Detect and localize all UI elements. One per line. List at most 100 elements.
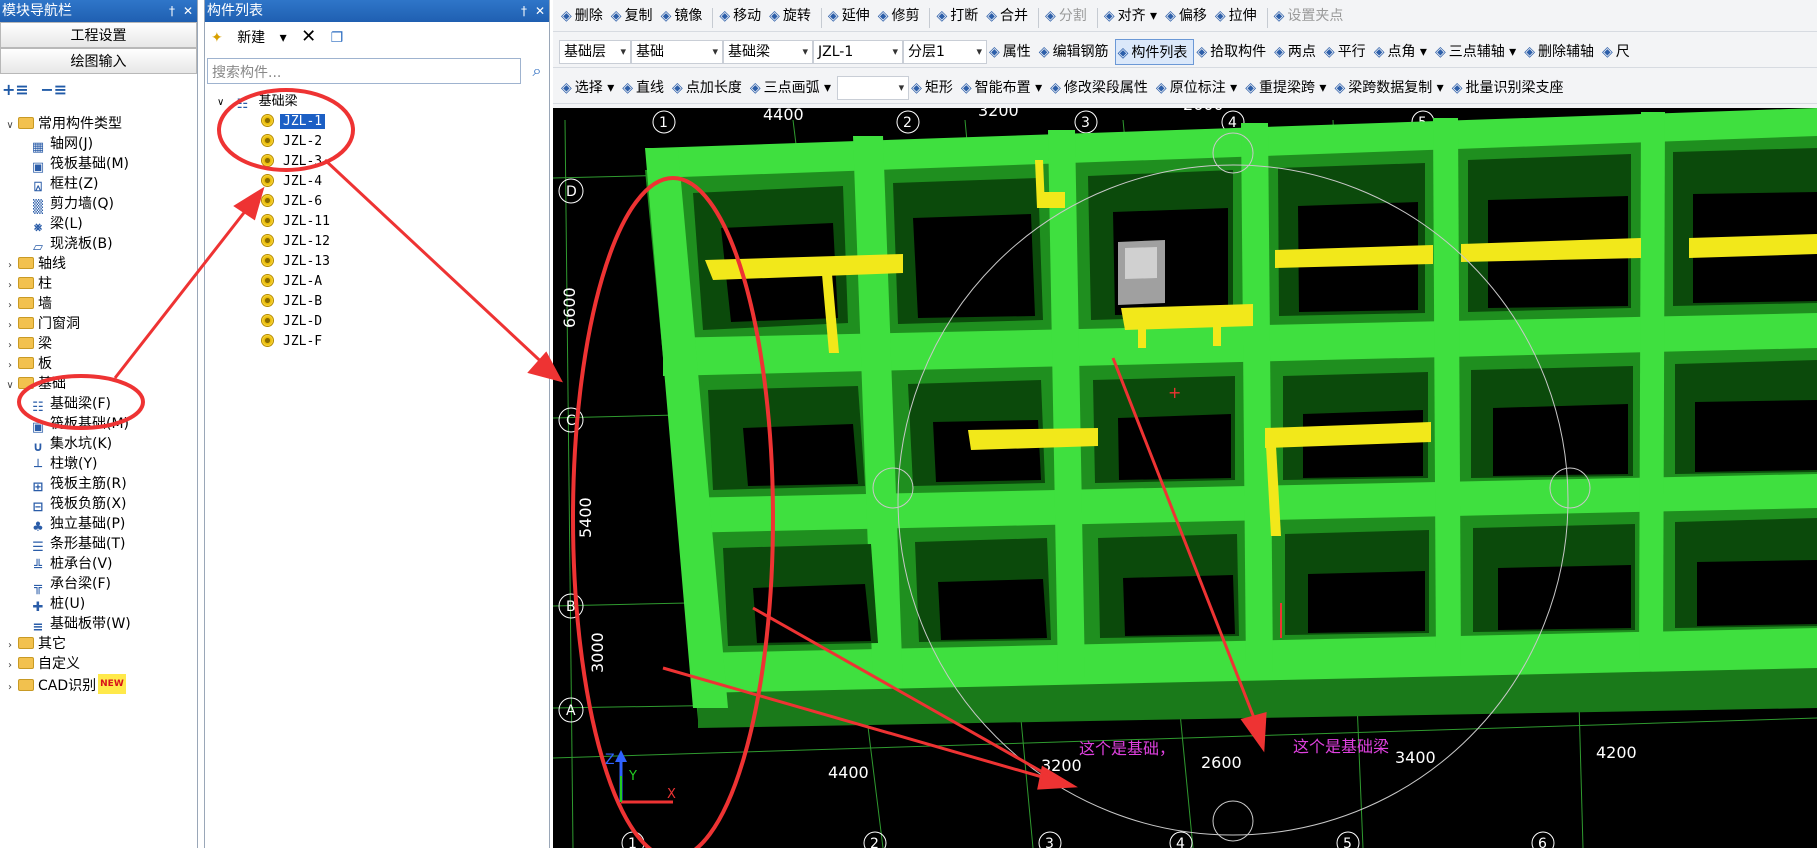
arc-mode-combo[interactable] — [837, 76, 910, 100]
nav-tree-item[interactable]: ♣ 独立基础(P) — [0, 514, 198, 535]
expand-arrow-icon[interactable]: › — [4, 636, 16, 656]
pick-button[interactable]: ◈ 拾取构件 — [1194, 39, 1272, 65]
collapse-arrow-icon[interactable]: ∨ — [217, 97, 224, 108]
component-list-item[interactable]: JZL-1 — [205, 112, 551, 132]
nav-tree-item[interactable]: ☷ 基础梁(F) — [0, 394, 198, 415]
reextract-span-button[interactable]: ◈ 重提梁跨 ▾ — [1243, 75, 1332, 101]
nav-tree-item[interactable]: ▒ 剪力墙(Q) — [0, 194, 198, 215]
line-button[interactable]: ◈ 直线 — [620, 75, 670, 101]
delete-button[interactable]: ◈ 删除 — [559, 3, 609, 29]
two-point-button[interactable]: ◈ 两点 — [1272, 39, 1322, 65]
project-settings-button[interactable]: 工程设置 — [0, 22, 197, 48]
batch-support-button[interactable]: ◈ 批量识别梁支座 — [1450, 75, 1570, 101]
component-list-item[interactable]: JZL-A — [205, 272, 551, 292]
new-component-button[interactable]: ✦ 新建 ▾ — [211, 30, 287, 46]
split-button[interactable]: ◈ 分割 — [1043, 3, 1093, 29]
grip-button[interactable]: ◈ 设置夹点 — [1272, 3, 1350, 29]
trim-button[interactable]: ◈ 修剪 — [876, 3, 926, 29]
component-list-item[interactable]: JZL-6 — [205, 192, 551, 212]
stretch-button[interactable]: ◈ 拉伸 — [1213, 3, 1263, 29]
arc-button[interactable]: ◈ 三点画弧 ▾ — [748, 75, 837, 101]
expand-arrow-icon[interactable]: › — [4, 316, 16, 336]
nav-tree-folder[interactable]: ∨ 常用构件类型 — [0, 114, 198, 134]
nav-tree-folder[interactable]: › 墙 — [0, 294, 198, 314]
modify-beam-button[interactable]: ◈ 修改梁段属性 — [1048, 75, 1154, 101]
property-button[interactable]: ◈ 属性 — [987, 39, 1037, 65]
offset-button[interactable]: ◈ 偏移 — [1163, 3, 1213, 29]
nav-tree-folder[interactable]: › CAD识别 NEW — [0, 674, 198, 694]
copy-component-icon[interactable]: ❐ — [331, 30, 344, 46]
nav-tree-folder[interactable]: › 板 — [0, 354, 198, 374]
component-list-item[interactable]: JZL-F — [205, 332, 551, 352]
merge-button[interactable]: ◈ 合并 — [984, 3, 1034, 29]
expand-all-icon[interactable]: +≡ — [2, 80, 29, 99]
nav-tree-item[interactable]: ≡ 基础板带(W) — [0, 614, 198, 635]
component-list-item[interactable]: JZL-13 — [205, 252, 551, 272]
expand-arrow-icon[interactable]: › — [4, 296, 16, 316]
component-list-item[interactable]: JZL-3 — [205, 152, 551, 172]
nav-tree-item[interactable]: ⊞ 筏板主筋(R) — [0, 474, 198, 495]
delete-axis-button[interactable]: ◈ 删除辅轴 — [1522, 39, 1600, 65]
3d-view[interactable]: 4400 3200 2600 1 2 3 4 5 D C B A 6600 54… — [553, 108, 1817, 848]
nav-tree-folder[interactable]: › 轴线 — [0, 254, 198, 274]
align-button[interactable]: ◈ 对齐 ▾ — [1102, 3, 1163, 29]
nav-tree-folder[interactable]: › 梁 — [0, 334, 198, 354]
expand-arrow-icon[interactable]: › — [4, 336, 16, 356]
layer-combo[interactable]: 基础梁 — [723, 40, 813, 64]
expand-arrow-icon[interactable]: › — [4, 678, 16, 698]
component-list-item[interactable]: JZL-B — [205, 292, 551, 312]
sump-pit[interactable] — [1118, 240, 1165, 305]
point-length-button[interactable]: ◈ 点加长度 — [670, 75, 748, 101]
edit-rebar-button[interactable]: ◈ 编辑钢筋 — [1037, 39, 1115, 65]
drawing-canvas[interactable]: 4400 3200 2600 1 2 3 4 5 D C B A 6600 54… — [553, 108, 1817, 848]
pin-icon[interactable]: † — [521, 4, 527, 18]
expand-arrow-icon[interactable]: › — [4, 356, 16, 376]
nav-tree-item[interactable]: ▣ 筏板基础(M) — [0, 154, 198, 175]
component-search-input[interactable]: 搜索构件... — [207, 58, 521, 84]
search-icon[interactable]: ⌕ — [525, 58, 549, 84]
move-button[interactable]: ◈ 移动 — [717, 3, 767, 29]
close-icon[interactable]: ✕ — [535, 4, 545, 18]
layer-combo[interactable]: 分层1 — [903, 40, 987, 64]
break-button[interactable]: ◈ 打断 — [934, 3, 984, 29]
three-point-axis-button[interactable]: ◈ 三点辅轴 ▾ — [1433, 39, 1522, 65]
ruler-button[interactable]: ◈ 尺 — [1600, 39, 1636, 65]
mirror-button[interactable]: ◈ 镜像 — [659, 3, 709, 29]
select-button[interactable]: ◈ 选择 ▾ — [559, 75, 620, 101]
nav-tree-item[interactable]: ╩ 桩承台(V) — [0, 554, 198, 575]
component-list-button[interactable]: ◈ 构件列表 — [1114, 39, 1195, 65]
nav-tree-item[interactable]: ▣ 筏板基础(M) — [0, 414, 198, 435]
nav-tree-item[interactable]: ⍓ 框柱(Z) — [0, 174, 198, 195]
pin-icon[interactable]: † — [169, 4, 175, 18]
copy-button[interactable]: ◈ 复制 — [609, 3, 659, 29]
close-icon[interactable]: ✕ — [183, 4, 193, 18]
nav-tree-item[interactable]: ☰ 条形基础(T) — [0, 534, 198, 555]
nav-tree-item[interactable]: ▱ 现浇板(B) — [0, 234, 198, 255]
expand-arrow-icon[interactable]: › — [4, 276, 16, 296]
component-tree-root[interactable]: ∨ ☷ 基础梁 — [205, 92, 551, 112]
in-place-annotation-button[interactable]: ◈ 原位标注 ▾ — [1154, 75, 1243, 101]
nav-tree-item[interactable]: ✚ 桩(U) — [0, 594, 198, 615]
collapse-arrow-icon[interactable]: ∨ — [4, 376, 16, 396]
foundation-beam-grid[interactable] — [645, 108, 1817, 728]
smart-layout-button[interactable]: ◈ 智能布置 ▾ — [959, 75, 1048, 101]
extend-button[interactable]: ◈ 延伸 — [826, 3, 876, 29]
nav-tree-item[interactable]: ╦ 承台梁(F) — [0, 574, 198, 595]
component-list-item[interactable]: JZL-2 — [205, 132, 551, 152]
rotate-button[interactable]: ◈ 旋转 — [767, 3, 817, 29]
component-list-item[interactable]: JZL-12 — [205, 232, 551, 252]
nav-tree-item[interactable]: ▦ 轴网(J) — [0, 134, 198, 155]
layer-combo[interactable]: 基础 — [631, 40, 723, 64]
delete-component-icon[interactable]: ✕ — [301, 26, 316, 47]
nav-tree-folder[interactable]: › 其它 — [0, 634, 198, 654]
nav-tree-folder[interactable]: › 自定义 — [0, 654, 198, 674]
point-angle-button[interactable]: ◈ 点角 ▾ — [1372, 39, 1433, 65]
nav-tree-folder[interactable]: › 门窗洞 — [0, 314, 198, 334]
nav-tree-item[interactable]: ⨳ 梁(L) — [0, 214, 198, 235]
rectangle-button[interactable]: ◈ 矩形 — [909, 75, 959, 101]
collapse-all-icon[interactable]: −≡ — [40, 80, 67, 99]
layer-combo[interactable]: 基础层 — [559, 40, 631, 64]
component-list-item[interactable]: JZL-4 — [205, 172, 551, 192]
nav-tree-item[interactable]: ∪ 集水坑(K) — [0, 434, 198, 455]
nav-tree-item[interactable]: ⊟ 筏板负筋(X) — [0, 494, 198, 515]
